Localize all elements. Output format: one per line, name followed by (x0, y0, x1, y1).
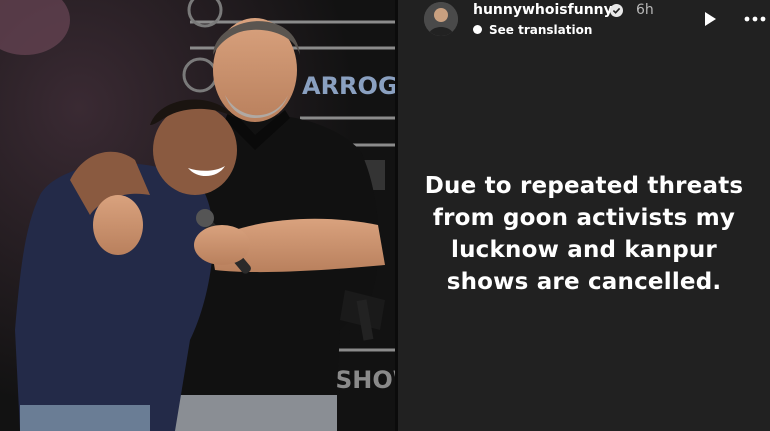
story-text-line: shows are cancelled. (446, 269, 722, 295)
backdrop-text-2: SHOW (335, 366, 395, 394)
story-timestamp: 6h (636, 2, 654, 18)
verified-badge-icon (610, 4, 623, 17)
story-header: hunnywhoisfunny 6h See translation (398, 0, 770, 44)
avatar[interactable] (424, 2, 458, 36)
more-options-icon[interactable] (742, 10, 768, 28)
story-text-line: Due to repeated threats (424, 173, 744, 199)
screenshot: ARROGA SHOW (0, 0, 770, 431)
story-text-line: from goon activists my (432, 205, 736, 231)
globe-icon (473, 25, 482, 34)
play-icon[interactable] (702, 11, 718, 27)
username[interactable]: hunnywhoisfunny (473, 2, 613, 18)
hug-photo: ARROGA SHOW (0, 0, 395, 431)
see-translation-link[interactable]: See translation (473, 23, 592, 37)
story-text: Due to repeated threats from goon activi… (398, 170, 770, 298)
story-panel: hunnywhoisfunny 6h See translation Due t… (398, 0, 770, 431)
story-text-line: lucknow and kanpur (451, 237, 717, 263)
see-translation-label: See translation (489, 23, 593, 37)
backdrop-text-1: ARROGA (302, 72, 395, 100)
